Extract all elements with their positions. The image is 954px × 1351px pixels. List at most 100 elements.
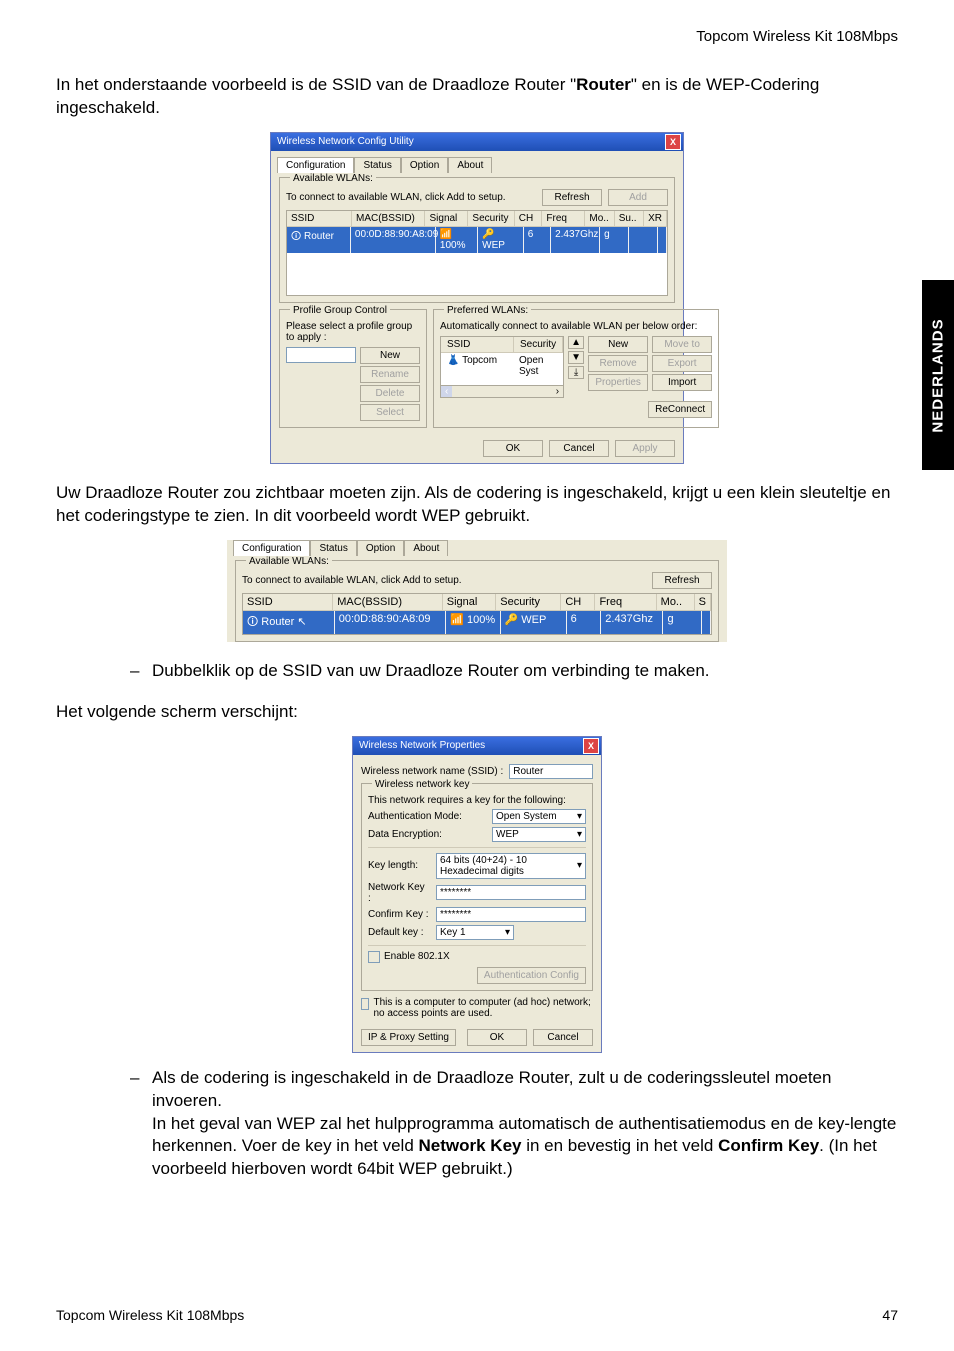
scroll-left-icon[interactable]: ‹ [441,386,452,397]
fig2-tab-configuration[interactable]: Configuration [233,540,310,556]
refresh-button[interactable]: Refresh [542,189,602,206]
fig2-table-row[interactable]: 🛈 Router ↖ 00:0D:88:90:A8:09 📶 100% 🔑 WE… [243,611,711,634]
wireless-key-hint: This network requires a key for the foll… [368,795,586,806]
dialog1-close-button[interactable]: X [665,134,681,150]
pref-list[interactable]: SSID Security 👗 Topcom Open Syst [440,336,564,386]
pgc-hint: Please select a profile group to apply : [286,321,420,343]
col-mode[interactable]: Mo.. [585,211,614,227]
fig2-col-ssid[interactable]: SSID [243,594,333,611]
ip-proxy-button[interactable]: IP & Proxy Setting [361,1029,456,1046]
paragraph-2: Uw Draadloze Router zou zichtbaar moeten… [56,482,898,528]
pref-moveto-button[interactable]: Move to [652,336,712,353]
fig2-col-s[interactable]: S [695,594,711,611]
fig2-col-ch[interactable]: CH [561,594,595,611]
bullet-2a-text: Als de codering is ingeschakeld in de Dr… [152,1067,898,1113]
bullet-dash: – [130,1067,152,1090]
available-wlans-group: Available WLANs: To connect to available… [279,177,675,303]
move-up-icon[interactable]: ▲ [568,336,584,349]
dialog3-close-button[interactable]: X [583,738,599,754]
pref-col-security[interactable]: Security [514,337,563,353]
fig2-wlan-table[interactable]: SSID MAC(BSSID) Signal Security CH Freq … [242,593,712,635]
auth-config-button[interactable]: Authentication Config [477,967,586,984]
pgc-rename-button[interactable]: Rename [360,366,420,383]
enable-8021x-label: Enable 802.1X [384,951,450,962]
col-su[interactable]: Su.. [615,211,644,227]
fig2-row-mac: 00:0D:88:90:A8:09 [335,611,446,634]
reconnect-button[interactable]: ReConnect [648,401,712,418]
pref-new-button[interactable]: New [588,336,648,353]
move-end-icon[interactable]: ⤓ [568,366,584,379]
footer-product: Topcom Wireless Kit 108Mbps [56,1307,244,1323]
fig2-tabs: Configuration Status Option About [227,540,727,556]
tab-about[interactable]: About [448,157,492,173]
pref-col-ssid[interactable]: SSID [441,337,514,353]
props-ok-button[interactable]: OK [467,1029,527,1046]
pgc-new-button[interactable]: New [360,347,420,364]
keylen-value: 64 bits (40+24) - 10 Hexadecimal digits [440,855,577,877]
ok-button[interactable]: OK [483,440,543,457]
pref-list-row[interactable]: 👗 Topcom Open Syst [441,353,563,379]
pgc-select-button[interactable]: Select [360,404,420,421]
col-xr[interactable]: XR [644,211,667,227]
col-signal[interactable]: Signal [425,211,468,227]
enc-dropdown[interactable]: WEP▾ [492,827,586,842]
fig2-row-ssid: Router [261,616,294,628]
wireless-key-title: Wireless network key [372,779,472,790]
header-product: Topcom Wireless Kit 108Mbps [696,28,898,45]
col-security[interactable]: Security [468,211,514,227]
enable-8021x-checkbox[interactable] [368,951,380,963]
fig2-col-signal[interactable]: Signal [443,594,496,611]
col-ssid[interactable]: SSID [287,211,352,227]
confirm-key-input[interactable]: ******** [436,907,586,922]
keylen-dropdown[interactable]: 64 bits (40+24) - 10 Hexadecimal digits▾ [436,853,586,879]
tab-status[interactable]: Status [354,157,400,173]
props-cancel-button[interactable]: Cancel [533,1029,593,1046]
bullet-2b-text: In het geval van WEP zal het hulpprogram… [152,1113,898,1182]
row-freq: 2.437Ghz [551,227,600,253]
cancel-button[interactable]: Cancel [549,440,609,457]
pref-properties-button[interactable]: Properties [588,374,648,391]
bullet-1-text: Dubbelklik op de SSID van uw Draadloze R… [152,660,710,683]
pref-import-button[interactable]: Import [652,374,712,391]
fig2-refresh-button[interactable]: Refresh [652,572,712,589]
row-su [629,227,658,253]
fig2-col-freq[interactable]: Freq [595,594,656,611]
apply-button[interactable]: Apply [615,440,675,457]
col-mac[interactable]: MAC(BSSID) [352,211,425,227]
row-signal: 100% [440,240,466,251]
fig2-tab-status[interactable]: Status [310,540,356,556]
add-button[interactable]: Add [608,189,668,206]
fig2-tab-option[interactable]: Option [357,540,404,556]
pref-export-button[interactable]: Export [652,355,712,372]
tab-option[interactable]: Option [401,157,448,173]
auth-dropdown[interactable]: Open System ▾ [492,809,586,824]
pref-row-ssid: Topcom [462,355,497,366]
dialog1-titlebar: Wireless Network Config Utility X [271,133,683,151]
defkey-dropdown[interactable]: Key 1▾ [436,925,514,940]
fig2-tab-about[interactable]: About [404,540,448,556]
available-wlans-label: Available WLANs: [290,173,376,184]
scroll-right-icon[interactable]: › [552,386,563,397]
col-freq[interactable]: Freq [542,211,585,227]
wireless-config-utility-dialog: Wireless Network Config Utility X Config… [270,132,684,464]
tab-configuration[interactable]: Configuration [277,157,354,173]
pref-remove-button[interactable]: Remove [588,355,648,372]
pgc-delete-button[interactable]: Delete [360,385,420,402]
wlan-table-row[interactable]: 🛈 Router 00:0D:88:90:A8:09 📶 100% 🔑 WEP … [287,227,667,253]
network-key-input[interactable]: ******** [436,885,586,900]
pgc-title: Profile Group Control [290,305,390,316]
keylen-label: Key length: [368,860,430,871]
chevron-down-icon: ▾ [577,811,582,822]
fig2-col-mac[interactable]: MAC(BSSID) [333,594,443,611]
col-ch[interactable]: CH [515,211,543,227]
adhoc-checkbox[interactable] [361,998,369,1010]
move-down-icon[interactable]: ▼ [568,351,584,364]
intro-text-a: In het onderstaande voorbeeld is de SSID… [56,75,576,94]
pgc-input[interactable] [286,347,356,363]
adhoc-label: This is a computer to computer (ad hoc) … [373,997,593,1019]
fig2-col-mo[interactable]: Mo.. [657,594,695,611]
ssid-input[interactable]: Router [509,764,593,779]
auth-value: Open System [496,811,557,822]
fig2-col-security[interactable]: Security [496,594,561,611]
wlan-table[interactable]: SSID MAC(BSSID) Signal Security CH Freq … [286,210,668,296]
